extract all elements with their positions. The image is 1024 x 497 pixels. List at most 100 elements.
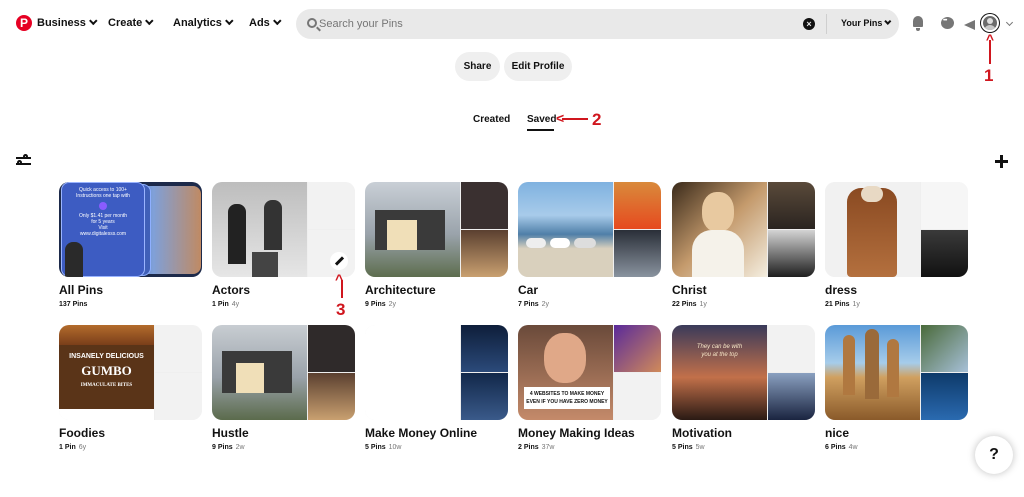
board-card[interactable]: 4 WEBSITES TO MAKE MONEY EVEN IF YOU HAV… [518,325,661,451]
annotation-label-1: 1 [984,66,994,85]
nav-analytics-menu[interactable]: Analytics [173,16,234,29]
board-card[interactable]: Make Money Online 5 Pins 10w [365,325,508,451]
board-meta: 9 Pins 2w [212,444,245,451]
board-cover [672,182,815,277]
annotation-label-2: 2 [592,110,602,129]
top-navigation-bar: P Business Create Analytics Ads × Your P… [0,0,1024,48]
nav-ads-menu[interactable]: Ads [249,16,282,29]
board-name: Foodies [59,426,106,440]
edit-board-pencil-icon[interactable] [330,252,348,270]
cover-caption: EVEN IF YOU HAVE ZERO MONEY [526,399,608,405]
search-divider [826,14,827,34]
active-tab-underline [527,129,554,131]
board-cover [212,325,355,420]
add-board-plus-icon[interactable] [995,155,1008,168]
board-name: nice [825,426,850,440]
clear-search-icon[interactable]: × [803,18,815,30]
board-card[interactable]: INSANELY DELICIOUS GUMBO IMMACULATE BITE… [59,325,202,451]
annotation-arrowhead-2: < [556,110,565,126]
board-cover: 4 WEBSITES TO MAKE MONEY EVEN IF YOU HAV… [518,325,661,420]
board-card[interactable]: nice 6 Pins 4w [825,325,968,451]
nav-create-label: Create [108,17,143,29]
nav-ads-label: Ads [249,17,270,29]
board-card[interactable]: Architecture 9 Pins 2y [365,182,508,308]
annotation-arrowhead-1: ^ [985,31,995,47]
annotation-label-3: 3 [336,300,346,319]
nav-create-menu[interactable]: Create [108,16,154,29]
board-name: Make Money Online [365,426,478,440]
board-cover [365,325,508,420]
board-meta: 5 Pins 10w [365,444,402,451]
nav-business-menu[interactable]: Business [37,16,98,29]
board-card[interactable]: Quick access to 100+ Instructions one ta… [59,182,202,308]
chevron-down-icon [272,16,282,26]
promo-line: www.digitalesss.com [79,231,127,237]
board-meta: 2 Pins 37w [518,444,555,451]
board-meta: 21 Pins 1y [825,301,860,308]
cover-quote: They can be with [696,344,743,350]
edit-profile-button[interactable]: Edit Profile [504,52,572,81]
board-name: Architecture [365,283,436,297]
board-meta: 1 Pin 6y [59,444,87,451]
board-cover [365,182,508,277]
cover-caption: 4 WEBSITES TO MAKE MONEY [529,391,605,397]
help-button[interactable]: ? [975,436,1013,474]
annotation-arrow-2 [562,118,588,120]
board-cover: INSANELY DELICIOUS GUMBO IMMACULATE BITE… [59,325,202,420]
share-profile-button[interactable]: Share [455,52,500,81]
board-cover: Quick access to 100+ Instructions one ta… [59,182,202,277]
board-meta: 1 Pin 4y [212,301,240,308]
board-meta: 5 Pins 5w [672,444,705,451]
board-meta: 6 Pins 4w [825,444,858,451]
board-name: Car [518,283,539,297]
search-icon [307,18,317,28]
board-cover: They can be with you at the top [672,325,815,420]
search-input[interactable] [319,15,789,33]
board-name: Hustle [212,426,249,440]
board-cover [212,182,355,277]
board-name: All Pins [59,283,104,297]
board-name: Money Making Ideas [518,426,635,440]
promo-line: Instructions one tap with [76,193,130,199]
search-bar: × Your Pins [296,9,899,39]
chevron-down-icon [884,17,892,25]
board-card[interactable]: dress 21 Pins 1y [825,182,968,308]
board-card[interactable]: Hustle 9 Pins 2w [212,325,355,451]
updates-megaphone-icon[interactable] [963,16,979,32]
board-meta: 9 Pins 2y [365,301,397,308]
nav-business-label: Business [37,17,86,29]
board-card[interactable]: Actors 1 Pin 4y [212,182,355,308]
search-scope-label: Your Pins [841,18,883,28]
board-card[interactable]: They can be with you at the top Motivati… [672,325,815,451]
board-name: Christ [672,283,707,297]
board-meta: 137 Pins [59,301,88,308]
chevron-down-icon [224,16,234,26]
board-cover [518,182,661,277]
board-cover [825,325,968,420]
promo-logo-icon [99,202,107,210]
board-meta: 22 Pins 1y [672,301,707,308]
messages-icon[interactable] [940,16,956,32]
board-cover [825,182,968,277]
board-name: Motivation [672,426,732,440]
cover-title: GUMBO [81,363,132,378]
search-scope-dropdown[interactable]: Your Pins [841,17,892,28]
notifications-bell-icon[interactable] [911,16,927,32]
chevron-down-icon [145,16,154,26]
profile-avatar[interactable] [981,14,999,32]
cover-subtitle: IMMACULATE BITES [80,383,133,388]
cover-headline: INSANELY DELICIOUS [69,353,144,360]
pinterest-logo-icon[interactable]: P [16,15,32,31]
cover-quote: you at the top [701,352,738,358]
tab-saved[interactable]: Saved [527,114,556,125]
board-name: dress [825,283,858,297]
board-card[interactable]: Car 7 Pins 2y [518,182,661,308]
annotation-arrow-3 [341,280,343,298]
tab-created[interactable]: Created [473,114,510,125]
nav-analytics-label: Analytics [173,17,222,29]
filter-sliders-icon[interactable] [16,154,31,167]
board-card[interactable]: Christ 22 Pins 1y [672,182,815,308]
accounts-chevron-down-icon[interactable] [1005,18,1014,27]
board-meta: 7 Pins 2y [518,301,550,308]
board-name: Actors [212,283,251,297]
